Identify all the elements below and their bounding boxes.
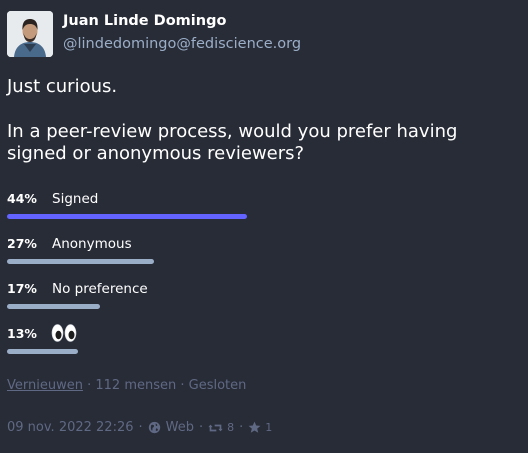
- separator: ·: [180, 378, 189, 393]
- avatar[interactable]: [7, 11, 53, 57]
- poll-option: 27% Anonymous: [7, 236, 522, 276]
- status-application[interactable]: Web: [166, 420, 194, 435]
- poll-option-percent: 44%: [7, 191, 37, 206]
- status-timestamp[interactable]: 09 nov. 2022 22:26: [7, 420, 134, 435]
- poll-option-bar: [7, 259, 154, 264]
- poll-option: 17% No preference: [7, 281, 522, 321]
- poll-option-percent: 17%: [7, 281, 37, 296]
- poll-option-label: Anonymous: [52, 236, 132, 252]
- poll-option-percent: 13%: [7, 326, 37, 341]
- poll-option-percent: 27%: [7, 236, 37, 251]
- globe-icon: [148, 421, 160, 434]
- poll-option: 44% Signed: [7, 191, 522, 231]
- poll-state: Gesloten: [188, 378, 247, 393]
- status-content: Just curious. In a peer-review process, …: [7, 76, 522, 165]
- status-meta: 09 nov. 2022 22:26 · Web · 8 · 1: [7, 420, 272, 435]
- poll-option-bar: [7, 304, 100, 309]
- boost-count: 8: [227, 421, 235, 434]
- poll-voters: 112 mensen: [95, 378, 177, 393]
- status-post: Juan Linde Domingo @lindedomingo@fedisci…: [0, 0, 528, 453]
- poll-option-bar: [7, 214, 247, 219]
- star-icon[interactable]: [248, 421, 261, 434]
- poll-option-label: Signed: [52, 191, 99, 207]
- refresh-poll-button[interactable]: Vernieuwen: [7, 378, 83, 393]
- status-paragraph: Just curious.: [7, 76, 118, 97]
- favourite-count: 1: [265, 421, 273, 434]
- poll-option-bar: [7, 349, 78, 354]
- author-display-name[interactable]: Juan Linde Domingo: [63, 13, 226, 29]
- poll-option: 13%: [7, 324, 522, 366]
- boost-icon[interactable]: [208, 422, 223, 434]
- poll-footer: Vernieuwen · 112 mensen · Gesloten: [7, 378, 246, 393]
- status-paragraph: In a peer-review process, would you pref…: [7, 121, 458, 164]
- separator: ·: [138, 420, 143, 435]
- eyes-emoji-icon: [51, 324, 77, 342]
- author-handle[interactable]: @lindedomingo@fediscience.org: [63, 36, 301, 52]
- poll-option-label: No preference: [52, 281, 148, 297]
- separator: ·: [239, 420, 244, 435]
- separator: ·: [198, 420, 204, 435]
- avatar-image: [7, 11, 53, 57]
